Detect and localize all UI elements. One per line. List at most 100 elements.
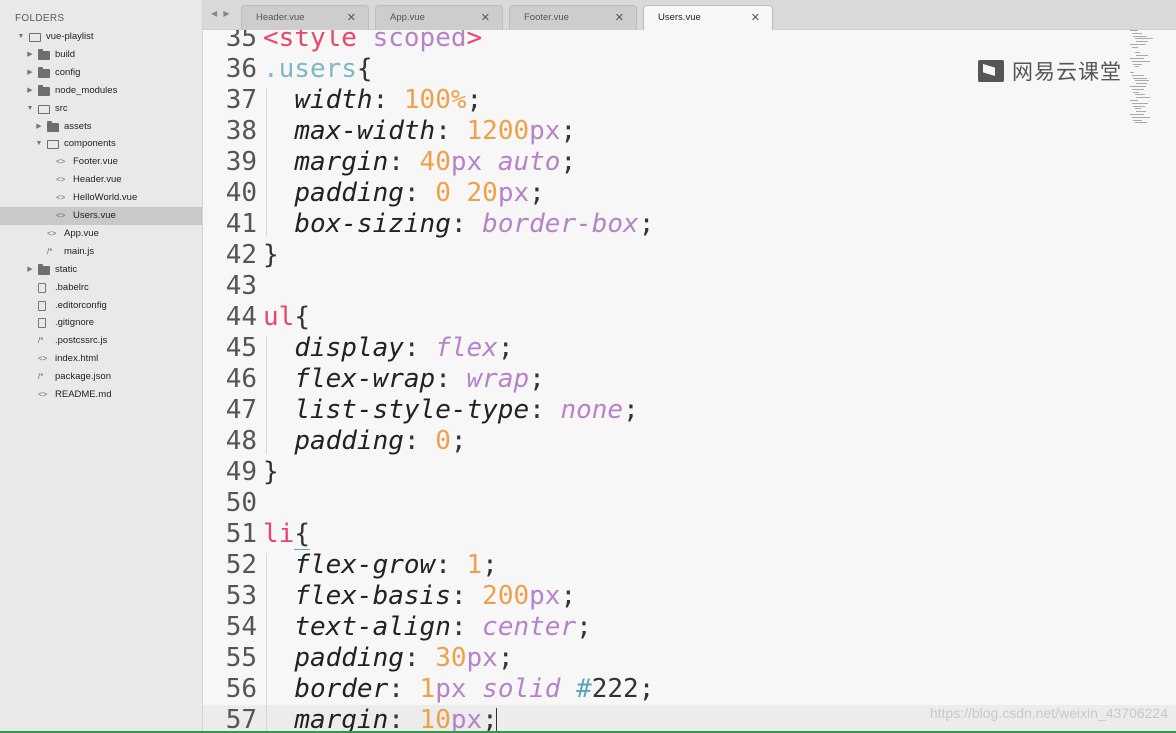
disclosure-closed-icon[interactable]: ▶ xyxy=(26,82,34,100)
disclosure-closed-icon[interactable]: ▶ xyxy=(26,46,34,64)
code-text: li{ xyxy=(263,519,310,550)
code-line[interactable]: 42} xyxy=(203,240,1176,271)
minimap-line xyxy=(1133,35,1147,37)
tab-header[interactable]: Header.vue ✕ xyxy=(241,5,369,30)
close-icon[interactable]: ✕ xyxy=(347,6,356,30)
indent-guide xyxy=(266,336,267,454)
close-icon[interactable]: ✕ xyxy=(481,6,490,30)
folder-open-icon xyxy=(29,32,41,42)
disclosure-open-icon[interactable]: ▼ xyxy=(26,100,34,118)
tree-item[interactable]: ▼ components xyxy=(0,135,202,153)
code-line[interactable]: 45 display: flex; xyxy=(203,333,1176,364)
tree-item[interactable]: ▼ src xyxy=(0,100,202,118)
disclosure-open-icon[interactable]: ▼ xyxy=(17,28,25,46)
tree-item-label: node_modules xyxy=(55,84,118,96)
code-line[interactable]: 39 margin: 40px auto; xyxy=(203,147,1176,178)
code-text: ul{ xyxy=(263,302,310,333)
disclosure-closed-icon[interactable]: ▶ xyxy=(26,64,34,82)
code-line[interactable]: 48 padding: 0; xyxy=(203,426,1176,457)
code-line[interactable]: 55 padding: 30px; xyxy=(203,643,1176,674)
tree-item[interactable]: ▶ node_modules xyxy=(0,82,202,100)
close-icon[interactable]: ✕ xyxy=(751,6,760,30)
tree-item[interactable]: <> index.html xyxy=(0,350,202,368)
tree-item[interactable]: ▶ build xyxy=(0,46,202,64)
tab-footer[interactable]: Footer.vue ✕ xyxy=(509,5,637,30)
tree-item[interactable]: /* main.js xyxy=(0,243,202,261)
code-token: border xyxy=(294,674,389,704)
tree-item[interactable]: .babelrc xyxy=(0,279,202,297)
tab-users[interactable]: Users.vue ✕ xyxy=(643,5,773,30)
tree-item[interactable]: <> Header.vue xyxy=(0,171,202,189)
code-line[interactable]: 41 box-sizing: border-box; xyxy=(203,209,1176,240)
minimap-line xyxy=(1131,88,1144,90)
close-icon[interactable]: ✕ xyxy=(615,6,624,30)
code-line[interactable]: 53 flex-basis: 200px; xyxy=(203,581,1176,612)
code-token: flex-basis xyxy=(294,581,451,611)
tree-item[interactable]: /* package.json xyxy=(0,368,202,386)
code-line[interactable]: 56 border: 1px solid #222; xyxy=(203,674,1176,705)
tree-item[interactable]: <> Footer.vue xyxy=(0,153,202,171)
code-token: ; xyxy=(497,333,514,363)
code-token: px xyxy=(450,147,498,177)
code-token: 200 xyxy=(482,581,530,611)
minimap[interactable] xyxy=(1130,30,1168,130)
tree-item[interactable]: .editorconfig xyxy=(0,297,202,315)
code-token: px xyxy=(435,674,483,704)
code-line[interactable]: 50 xyxy=(203,488,1176,519)
code-line[interactable]: 46 flex-wrap: wrap; xyxy=(203,364,1176,395)
code-token: : xyxy=(388,147,420,177)
code-token: margin xyxy=(294,147,389,177)
disclosure-closed-icon[interactable]: ▶ xyxy=(26,261,34,279)
watermark-logo: 网易云课堂 xyxy=(978,56,1122,86)
code-line[interactable]: 43 xyxy=(203,271,1176,302)
code-editor[interactable]: 35 <style scoped> 36 .users{37 width: 100%;… xyxy=(203,30,1176,733)
code-token: 0 xyxy=(435,426,451,456)
code-token: ; xyxy=(529,364,545,394)
tree-item-label: Header.vue xyxy=(73,174,122,186)
code-line[interactable]: 51 li{ xyxy=(203,519,1176,550)
code-token: flex-grow xyxy=(294,550,436,580)
tab-bar: ◀ ▶ Header.vue ✕ App.vue ✕ Footer.vue ✕ Users.… xyxy=(203,0,1176,30)
code-file-icon: <> xyxy=(38,390,48,399)
tree-item[interactable]: ▶ config xyxy=(0,64,202,82)
tree-item[interactable]: .gitignore xyxy=(0,314,202,332)
code-token: : xyxy=(403,178,436,208)
code-line[interactable]: 47 list-style-type: none; xyxy=(203,395,1176,426)
code-token: max-width xyxy=(294,116,436,146)
code-line[interactable]: 38 max-width: 1200px; xyxy=(203,116,1176,147)
tree-item[interactable]: <> HelloWorld.vue xyxy=(0,189,202,207)
script-file-icon: /* xyxy=(47,246,53,256)
tree-item[interactable]: <> README.md xyxy=(0,386,202,404)
code-text: padding: 0; xyxy=(263,426,466,457)
minimap-line xyxy=(1134,80,1149,82)
tree-item[interactable]: ▼ vue-playlist xyxy=(0,28,202,46)
code-text: } xyxy=(263,240,279,271)
code-line[interactable]: 44 ul{ xyxy=(203,302,1176,333)
code-file-icon: <> xyxy=(56,193,66,203)
code-token: 30 xyxy=(435,643,467,673)
tree-item[interactable]: ▶ static xyxy=(0,261,202,279)
code-line[interactable]: 37 width: 100%; xyxy=(203,85,1176,116)
code-token: ; xyxy=(466,85,483,115)
file-icon xyxy=(38,282,46,293)
minimap-line xyxy=(1131,32,1142,34)
tab-app[interactable]: App.vue ✕ xyxy=(375,5,503,30)
line-number: 45 xyxy=(225,333,257,363)
tree-item[interactable]: ▶ assets xyxy=(0,118,202,136)
code-token: ; xyxy=(638,674,655,704)
disclosure-closed-icon[interactable]: ▶ xyxy=(35,118,43,136)
code-line[interactable]: 49} xyxy=(203,457,1176,488)
tree-item-label: App.vue xyxy=(64,227,99,239)
code-line[interactable]: 40 padding: 0 20px; xyxy=(203,178,1176,209)
code-line[interactable]: 52 flex-grow: 1; xyxy=(203,550,1176,581)
code-line[interactable]: 35 <style scoped> xyxy=(203,30,1176,54)
tree-item[interactable]: <> App.vue xyxy=(0,225,202,243)
tree-item[interactable]: /* .postcssrc.js xyxy=(0,332,202,350)
disclosure-open-icon[interactable]: ▼ xyxy=(35,135,43,153)
tree-item[interactable]: <> Users.vue xyxy=(0,207,202,225)
code-token: border-box xyxy=(482,209,639,239)
minimap-line xyxy=(1130,58,1144,59)
code-token: margin xyxy=(294,705,389,733)
code-line[interactable]: 54 text-align: center; xyxy=(203,612,1176,643)
tab-nav-arrows-icon[interactable]: ◀ ▶ xyxy=(211,9,232,18)
